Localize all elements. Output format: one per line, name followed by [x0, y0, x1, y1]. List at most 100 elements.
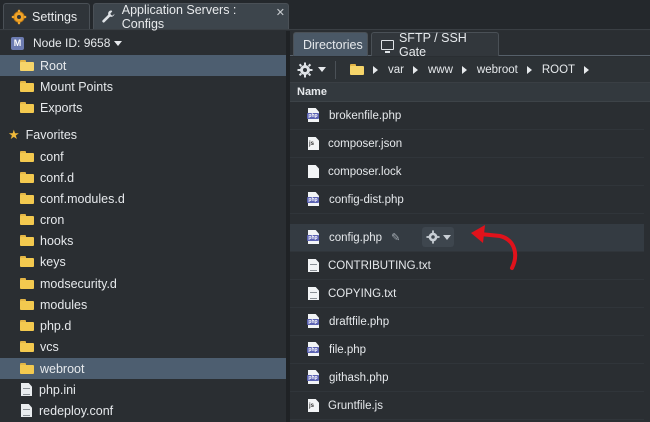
file-name: CONTRIBUTING.txt	[328, 259, 431, 272]
chevron-down-icon	[442, 234, 451, 240]
node-selector[interactable]: M Node ID: 9658	[0, 31, 286, 55]
tree-item-redeploy-conf[interactable]: redeploy.conf	[0, 400, 286, 421]
file-row[interactable]: php draftfile.php	[290, 308, 650, 336]
close-icon[interactable]: ✕	[276, 6, 285, 19]
path-separator-icon	[526, 65, 532, 74]
breadcrumb-var[interactable]: var	[388, 64, 404, 76]
node-label: Node ID: 9658	[33, 36, 111, 50]
file-name: config.php	[329, 231, 383, 244]
tree-item-label: Root	[40, 58, 67, 73]
tree-item-label: Mount Points	[40, 79, 113, 94]
tree-item-conf-d[interactable]: conf.d	[0, 167, 286, 188]
json-file-icon: js	[308, 137, 319, 150]
favorites-label: Favorites	[25, 127, 78, 142]
gear-icon	[297, 62, 313, 77]
folder-icon	[20, 278, 34, 289]
file-row[interactable]: js Gruntfile.js	[290, 392, 650, 420]
tab-directories-label: Directories	[303, 37, 363, 52]
path-separator-icon	[373, 65, 378, 74]
star-icon: ★	[8, 127, 20, 142]
tree-item-php-d[interactable]: php.d	[0, 315, 286, 336]
folder-icon	[20, 193, 34, 204]
tree-item-cron[interactable]: cron	[0, 209, 286, 230]
file-name: file.php	[329, 343, 367, 356]
breadcrumb-www[interactable]: www	[428, 64, 453, 76]
php-file-icon: php	[307, 370, 321, 385]
tree-item-php-ini[interactable]: php.ini	[0, 379, 286, 400]
file-icon	[21, 404, 32, 417]
folder-icon	[20, 341, 34, 352]
pencil-icon[interactable]: ✎	[391, 231, 400, 244]
breadcrumb-root[interactable]: ROOT	[542, 64, 575, 76]
tree-item-label: php.ini	[39, 382, 76, 397]
tab-sftp-ssh-gate[interactable]: SFTP / SSH Gate	[371, 31, 499, 59]
tree-item-keys[interactable]: keys	[0, 251, 286, 272]
tab-settings[interactable]: Settings	[3, 3, 90, 29]
file-row[interactable]: COPYING.txt	[290, 280, 650, 308]
tree-item-label: modules	[40, 297, 88, 312]
toolbar-divider	[335, 60, 336, 79]
tree-item-label: redeploy.conf	[39, 403, 114, 418]
file-list-scrollbar[interactable]	[644, 102, 650, 422]
tree-item-label: conf	[40, 149, 64, 164]
file-icon	[21, 383, 32, 396]
file-name: Gruntfile.js	[328, 399, 383, 412]
file-name: githash.php	[329, 371, 389, 384]
tree-item-root[interactable]: Root	[0, 55, 286, 76]
php-file-icon: php	[307, 108, 321, 123]
tree-item-conf-modules-d[interactable]: conf.modules.d	[0, 188, 286, 209]
tab-application-servers-configs[interactable]: Application Servers : Configs ✕	[93, 3, 289, 31]
row-actions-button[interactable]	[422, 227, 454, 247]
tree-item-label: conf.modules.d	[40, 191, 125, 206]
file-name: COPYING.txt	[328, 287, 397, 300]
file-name: composer.lock	[328, 165, 402, 178]
annotation-arrow-icon	[471, 225, 518, 270]
php-file-icon: php	[307, 314, 321, 329]
favorites-header[interactable]: ★ Favorites	[0, 124, 286, 145]
tree-item-hooks[interactable]: hooks	[0, 230, 286, 251]
folder-icon	[20, 81, 34, 92]
folder-icon	[20, 320, 34, 331]
file-row[interactable]: php file.php	[290, 336, 650, 364]
tree-item-modsecurity-d[interactable]: modsecurity.d	[0, 273, 286, 294]
tree-item-mount-points[interactable]: Mount Points	[0, 76, 286, 97]
breadcrumb-webroot[interactable]: webroot	[477, 64, 518, 76]
tree-item-conf[interactable]: conf	[0, 146, 286, 167]
tree-item-vcs[interactable]: vcs	[0, 336, 286, 357]
file-name: draftfile.php	[329, 315, 390, 328]
file-row[interactable]: php config-dist.php	[290, 186, 650, 214]
file-name: brokenfile.php	[329, 109, 402, 122]
php-file-icon: php	[307, 342, 321, 357]
file-icon	[308, 165, 319, 178]
tree-item-label: php.d	[40, 318, 72, 333]
tree-item-label: hooks	[40, 233, 74, 248]
folder-open-icon[interactable]	[350, 64, 364, 75]
list-item-partial	[290, 93, 650, 102]
php-file-icon: php	[307, 230, 321, 245]
text-file-icon	[308, 259, 319, 272]
directory-panel: Directories SFTP / SSH Gate var www webr…	[290, 31, 650, 422]
file-row[interactable]: composer.lock	[290, 158, 650, 186]
js-file-icon: js	[308, 399, 319, 412]
tree-item-label: conf.d	[40, 170, 75, 185]
tree-item-modules[interactable]: modules	[0, 294, 286, 315]
path-toolbar: var www webroot ROOT	[290, 57, 650, 83]
tab-settings-label: Settings	[32, 9, 78, 24]
actions-menu-button[interactable]	[297, 62, 331, 78]
tree-item-webroot[interactable]: webroot	[0, 358, 286, 379]
file-tree-panel: M Node ID: 9658 Root Mount Points Export…	[0, 31, 286, 422]
file-name: config-dist.php	[329, 193, 404, 206]
tree-item-exports[interactable]: Exports	[0, 97, 286, 118]
folder-icon	[20, 151, 34, 162]
gear-icon	[11, 9, 27, 25]
file-row[interactable]: php githash.php	[290, 364, 650, 392]
tab-directories[interactable]: Directories	[293, 32, 368, 56]
folder-icon	[20, 102, 34, 113]
folder-icon	[20, 299, 34, 310]
tree-item-label: keys	[40, 254, 66, 269]
folder-icon	[20, 235, 34, 246]
file-row[interactable]: php brokenfile.php	[290, 102, 650, 130]
monitor-icon	[381, 39, 394, 53]
file-row[interactable]: js composer.json	[290, 130, 650, 158]
chevron-down-icon	[318, 67, 326, 72]
